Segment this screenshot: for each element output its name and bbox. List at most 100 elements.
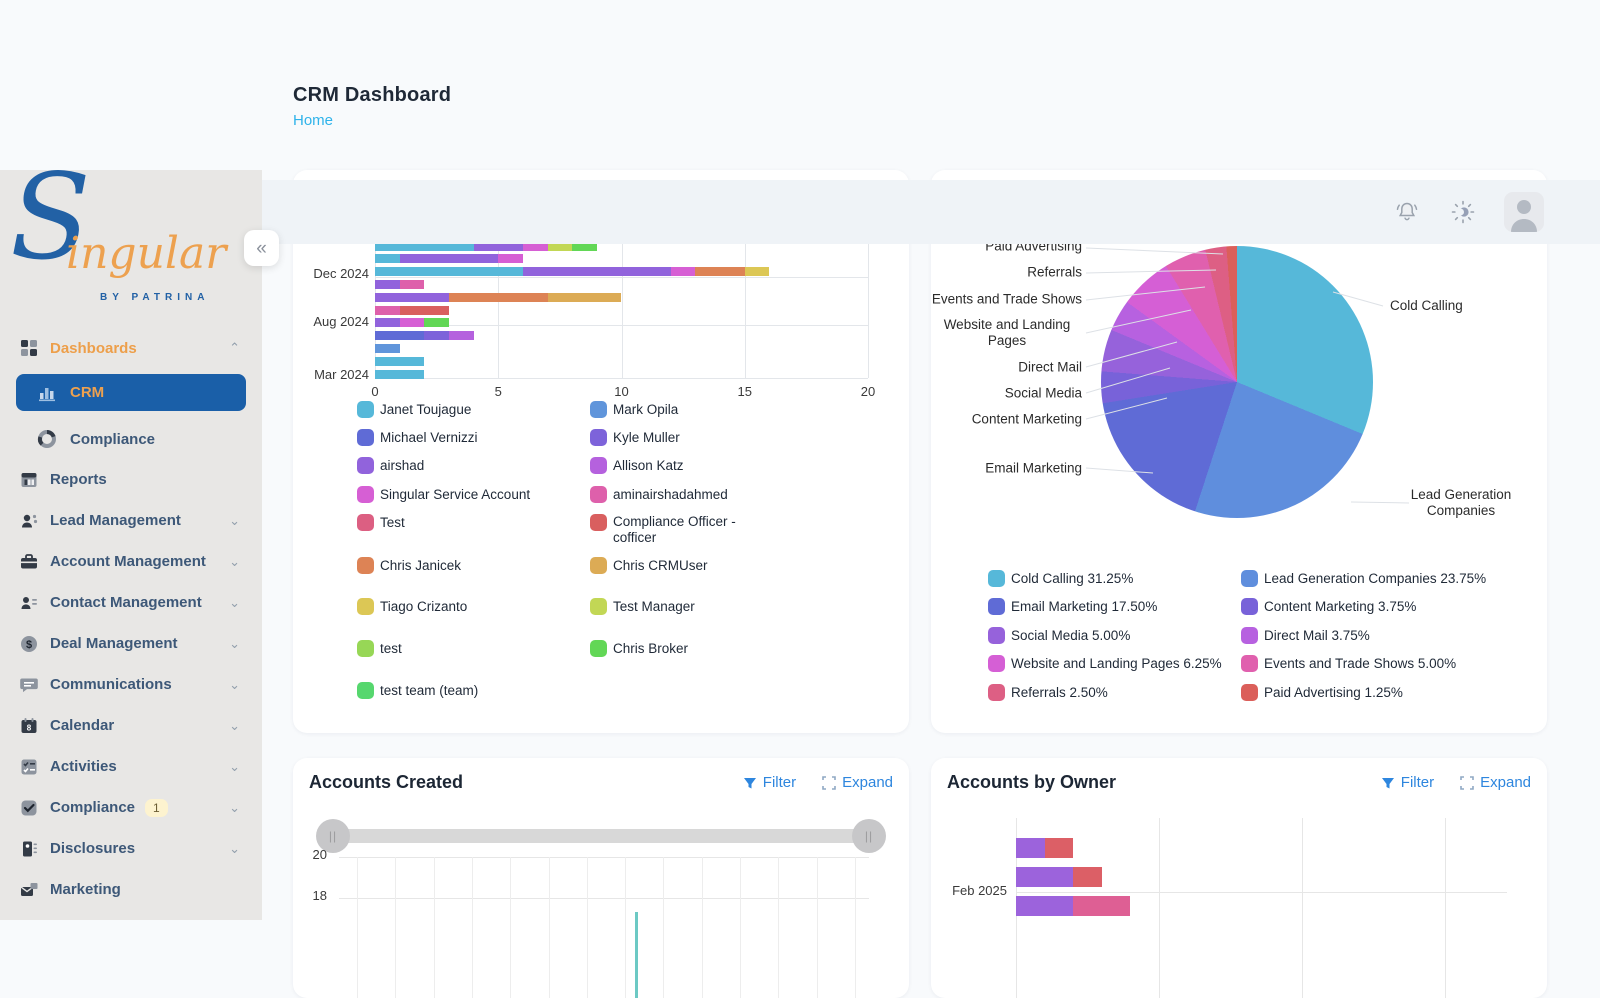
sidebar-nav: Dashboards ⌃ CRM Compliance ReportsLead …: [0, 328, 262, 910]
bar-segment-singular-service-account: [400, 318, 425, 327]
legend-item-owner[interactable]: Chris Broker: [590, 640, 688, 657]
y-axis-tick-label: Aug 2024: [299, 314, 369, 329]
pie-callout-label: Email Marketing: [985, 461, 1082, 476]
legend-label: Website and Landing Pages 6.25%: [1011, 655, 1222, 672]
legend-item-owner[interactable]: Tiago Crizanto: [357, 598, 467, 615]
legend-item-source[interactable]: Referrals 2.50%: [988, 684, 1108, 701]
legend-item-owner[interactable]: aminairshadahmed: [590, 486, 728, 503]
legend-swatch: [1241, 655, 1258, 672]
filter-funnel-icon: [743, 776, 757, 790]
sidebar-item-calendar[interactable]: 8Calendar⌄: [0, 705, 262, 746]
legend-label: Test: [380, 514, 405, 531]
breadcrumb-home-link[interactable]: Home: [293, 112, 451, 129]
checklist-icon: [18, 756, 40, 778]
legend-label: airshad: [380, 457, 424, 474]
notifications-bell-icon[interactable]: [1392, 197, 1422, 227]
sidebar-item-communications[interactable]: Communications⌄: [0, 664, 262, 705]
bar-segment-chris-broker: [424, 318, 449, 327]
pie-callout-label: Referrals: [1027, 265, 1082, 280]
legend-item-source[interactable]: Direct Mail 3.75%: [1241, 627, 1370, 644]
svg-text:$: $: [26, 639, 32, 651]
date-range-slider[interactable]: || ||: [333, 829, 869, 843]
theme-toggle-icon[interactable]: [1448, 197, 1478, 227]
sidebar-item-reports[interactable]: Reports: [0, 459, 262, 500]
legend-swatch: [590, 557, 607, 574]
bar-segment-janet-toujague: [375, 357, 424, 366]
accounts-by-owner-expand-button[interactable]: Expand: [1460, 774, 1531, 791]
sidebar-item-compliance-dashboard[interactable]: Compliance: [0, 419, 262, 459]
line-chart-gridline: [587, 857, 588, 998]
calendar-icon: 8: [18, 715, 40, 737]
legend-item-owner[interactable]: Chris CRMUser: [590, 557, 708, 574]
line-chart-gridline: [339, 857, 869, 858]
legend-label: Test Manager: [613, 598, 695, 615]
pie-callout-label: Website and Landing Pages: [931, 317, 1087, 349]
donut-icon: [36, 428, 58, 450]
legend-item-owner[interactable]: Compliance Officer - cofficer: [590, 514, 763, 546]
x-axis-tick-label: 0: [371, 377, 378, 399]
accounts-created-expand-button[interactable]: Expand: [822, 774, 893, 791]
sidebar-item-marketing[interactable]: Marketing: [0, 869, 262, 910]
bar-chart-gridline: [868, 240, 869, 378]
contact-icon: [18, 592, 40, 614]
line-chart-gridline: [510, 857, 511, 998]
legend-item-owner[interactable]: Mark Opila: [590, 401, 678, 418]
document-icon: [18, 838, 40, 860]
legend-item-owner[interactable]: Singular Service Account: [357, 486, 530, 503]
legend-item-owner[interactable]: Kyle Muller: [590, 429, 680, 446]
bar-segment-allison-katz: [449, 331, 474, 340]
y-axis-tick-label: Mar 2024: [299, 367, 369, 382]
sidebar-item-compliance[interactable]: Compliance1⌄: [0, 787, 262, 828]
sidebar-item-lead-management[interactable]: Lead Management ⌄: [0, 500, 262, 541]
legend-label: Allison Katz: [613, 457, 684, 474]
legend-swatch: [590, 486, 607, 503]
legend-item-owner[interactable]: test team (team): [357, 682, 478, 699]
accounts-created-card: Accounts Created Filter Expand || || 201…: [293, 758, 909, 998]
sidebar-item-disclosures[interactable]: Disclosures⌄: [0, 828, 262, 869]
sidebar-collapse-button[interactable]: «: [244, 230, 279, 266]
top-header-bar: [262, 180, 1600, 244]
bar-segment-mark-opila: [375, 344, 400, 353]
legend-swatch: [590, 598, 607, 615]
legend-item-source[interactable]: Paid Advertising 1.25%: [1241, 684, 1403, 701]
legend-item-owner[interactable]: Test Manager: [590, 598, 695, 615]
legend-item-owner[interactable]: Chris Janicek: [357, 557, 461, 574]
sidebar-item-label: Lead Management: [50, 512, 181, 529]
chevron-down-icon: ⌄: [229, 513, 240, 529]
legend-swatch: [357, 557, 374, 574]
line-chart-gridline: [339, 898, 869, 899]
legend-item-source[interactable]: Lead Generation Companies 23.75%: [1241, 570, 1486, 587]
bar-chart-gridline: [745, 240, 746, 378]
sidebar-item-activities[interactable]: Activities⌄: [0, 746, 262, 787]
legend-item-source[interactable]: Events and Trade Shows 5.00%: [1241, 655, 1456, 672]
legend-item-owner[interactable]: Test: [357, 514, 405, 531]
bar-segment-chris-janicek: [449, 293, 548, 302]
accounts-created-filter-button[interactable]: Filter: [743, 774, 796, 791]
legend-swatch: [1241, 570, 1258, 587]
legend-label: Michael Vernizzi: [380, 429, 478, 446]
legend-item-source[interactable]: Content Marketing 3.75%: [1241, 598, 1416, 615]
sidebar-group-dashboards[interactable]: Dashboards ⌃: [0, 328, 262, 368]
legend-item-source[interactable]: Email Marketing 17.50%: [988, 598, 1157, 615]
legend-item-owner[interactable]: airshad: [357, 457, 424, 474]
legend-item-source[interactable]: Social Media 5.00%: [988, 627, 1130, 644]
sidebar-item-contact-management[interactable]: Contact Management⌄: [0, 582, 262, 623]
bar-segment: [1016, 867, 1073, 887]
legend-item-owner[interactable]: Janet Toujague: [357, 401, 471, 418]
bar-segment-aminairshadahmed: [375, 306, 400, 315]
legend-item-owner[interactable]: Michael Vernizzi: [357, 429, 478, 446]
legend-item-source[interactable]: Website and Landing Pages 6.25%: [988, 655, 1222, 672]
bar-segment-michael-vernizzi: [375, 331, 424, 340]
bar-segment-kyle-muller: [424, 331, 449, 340]
sidebar-item-label: Marketing: [50, 881, 121, 898]
sidebar-item-account-management[interactable]: Account Management⌄: [0, 541, 262, 582]
sidebar-item-deal-management[interactable]: $Deal Management⌄: [0, 623, 262, 664]
bar-chart-gridline: [1302, 818, 1303, 998]
legend-item-owner[interactable]: Allison Katz: [590, 457, 684, 474]
sidebar-item-crm[interactable]: CRM: [16, 374, 246, 411]
user-avatar[interactable]: [1504, 192, 1544, 232]
range-slider-right-handle[interactable]: ||: [852, 819, 886, 853]
legend-item-owner[interactable]: test: [357, 640, 402, 657]
accounts-by-owner-filter-button[interactable]: Filter: [1381, 774, 1434, 791]
legend-item-source[interactable]: Cold Calling 31.25%: [988, 570, 1133, 587]
